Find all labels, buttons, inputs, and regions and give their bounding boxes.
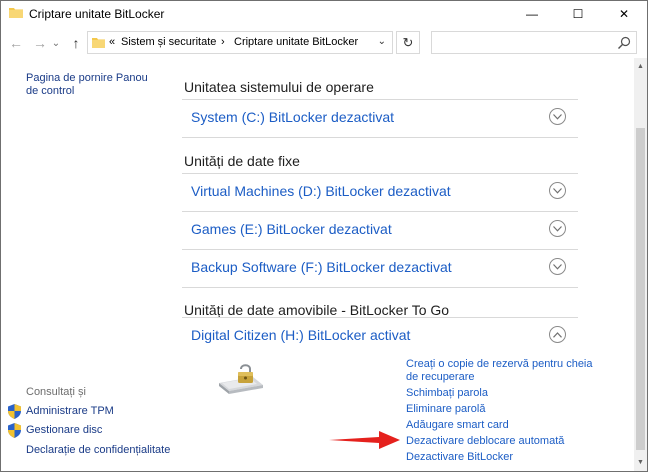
scroll-up-icon[interactable]: ▲ [634,60,647,73]
navigation-bar: ← → ⌄ ↑ « Sistem și securitate › Criptar… [1,28,647,58]
turn-off-auto-unlock-link[interactable]: Dezactivare deblocare automată [406,435,564,448]
see-also-label: Consultați și [26,386,86,398]
section-heading-os-drive: Unitatea sistemului de operare [184,79,374,95]
see-also-tpm-link[interactable]: Administrare TPM [26,405,114,418]
breadcrumb-separator[interactable]: › [221,36,225,48]
drive-row-c[interactable]: System (C:) BitLocker dezactivat [182,99,578,138]
breadcrumb-item[interactable]: Sistem și securitate [121,36,216,48]
chevron-down-icon[interactable] [549,108,566,125]
annotation-arrow-icon [329,431,400,449]
control-panel-home-link[interactable]: Pagina de pornire Panou de control [26,72,156,98]
chevron-down-icon[interactable] [549,258,566,275]
refresh-button[interactable]: ↻ [396,31,420,54]
address-dropdown-button[interactable]: ⌄ [378,36,386,47]
scrollbar-thumb[interactable] [636,128,645,450]
forward-button[interactable]: → [32,35,48,51]
breadcrumb-item[interactable]: Criptare unitate BitLocker [234,36,358,48]
folder-icon [9,8,23,18]
search-icon [618,36,631,49]
recent-locations-button[interactable]: ⌄ [51,35,61,51]
window: Criptare unitate BitLocker — ☐ ✕ ← → ⌄ ↑… [0,0,648,472]
drive-label[interactable]: System (C:) BitLocker dezactivat [191,109,394,125]
drive-label[interactable]: Digital Citizen (H:) BitLocker activat [191,327,410,343]
chevron-up-icon[interactable] [549,326,566,343]
section-heading-fixed-drives: Unități de date fixe [184,153,300,169]
action-label[interactable]: Creați o copie de rezervă pentru cheia d… [406,358,606,384]
add-smart-card-link[interactable]: Adăugare smart card [406,419,509,432]
chevron-down-icon[interactable] [549,182,566,199]
drive-row-f[interactable]: Backup Software (F:) BitLocker dezactiva… [182,249,578,288]
shield-icon [8,423,21,438]
section-heading-removable-drives: Unități de date amovibile - BitLocker To… [184,302,450,318]
drive-row-e[interactable]: Games (E:) BitLocker dezactivat [182,211,578,249]
drive-label[interactable]: Games (E:) BitLocker dezactivat [191,221,392,237]
search-input[interactable] [431,31,637,54]
turn-off-bitlocker-link[interactable]: Dezactivare BitLocker [406,451,513,464]
locked-usb-drive-icon [219,364,263,394]
shield-icon [8,404,21,419]
breadcrumb-overflow[interactable]: « [109,36,115,48]
address-bar[interactable]: « Sistem și securitate › Criptare unitat… [87,31,393,54]
remove-password-link[interactable]: Eliminare parolă [406,403,485,416]
close-button[interactable]: ✕ [601,1,647,27]
title-bar[interactable]: Criptare unitate BitLocker — ☐ ✕ [1,1,647,27]
window-title: Criptare unitate BitLocker [29,7,165,21]
minimize-button[interactable]: — [509,1,555,27]
back-button[interactable]: ← [8,35,24,51]
see-also-disk-link[interactable]: Gestionare disc [26,424,102,437]
backup-recovery-key-link[interactable]: Creați o copie de rezervă pentru cheia d… [406,358,606,384]
drive-row-h[interactable]: Digital Citizen (H:) BitLocker activat [182,317,578,355]
maximize-button[interactable]: ☐ [555,1,601,27]
up-button[interactable]: ↑ [68,35,84,51]
drive-label[interactable]: Virtual Machines (D:) BitLocker dezactiv… [191,183,451,199]
vertical-scrollbar[interactable]: ▲ ▼ [634,58,647,471]
change-password-link[interactable]: Schimbați parola [406,387,488,400]
chevron-down-icon[interactable] [549,220,566,237]
scroll-down-icon[interactable]: ▼ [634,456,647,469]
see-also-privacy-link[interactable]: Declarație de confidențialitate [26,444,170,457]
folder-icon [92,38,105,48]
drive-label[interactable]: Backup Software (F:) BitLocker dezactiva… [191,259,452,275]
drive-row-d[interactable]: Virtual Machines (D:) BitLocker dezactiv… [182,173,578,211]
